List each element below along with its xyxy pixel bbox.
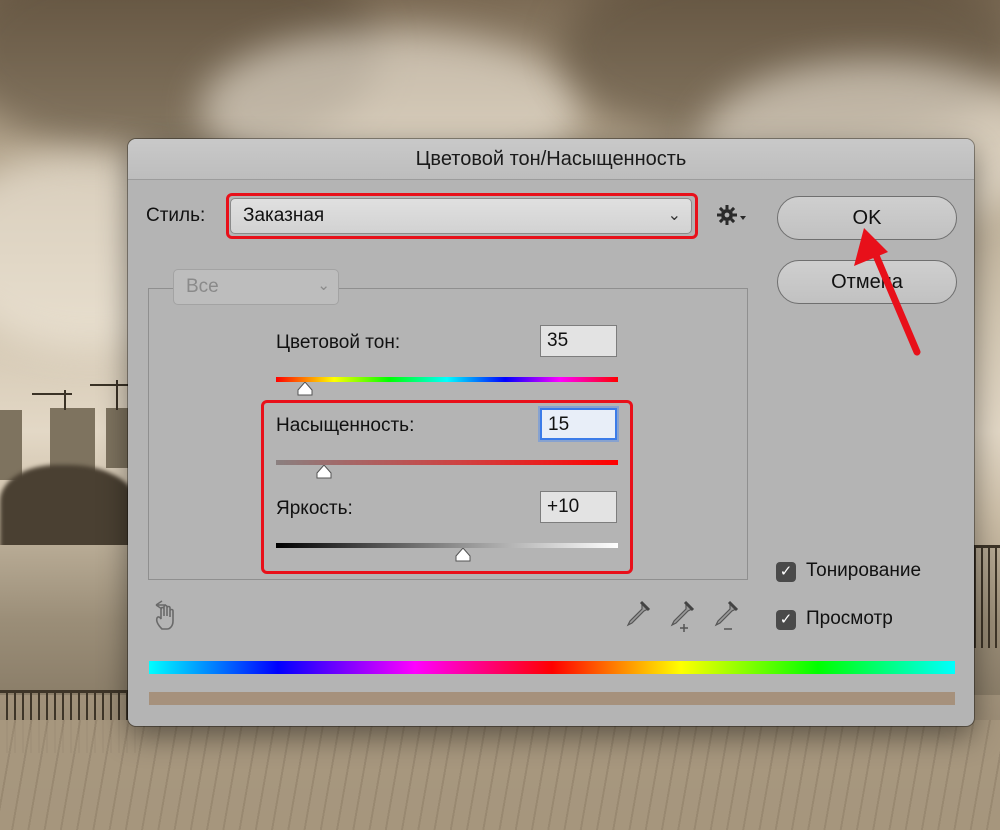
dialog-title: Цветовой тон/Насыщенность [128,139,974,180]
highlight-sat-light [261,400,633,574]
preview-label: Просмотр [806,608,893,629]
targeted-adjustment-hand-icon[interactable] [152,599,182,633]
colorize-label: Тонирование [806,560,922,581]
checkmark-icon: ✓ [779,611,793,628]
channel-select: Все ⌄ [173,269,339,305]
hue-saturation-dialog: Цветовой тон/Насыщенность Стиль: Заказна… [128,139,974,726]
channel-value: Все [186,276,219,297]
preview-checkbox[interactable]: ✓ [776,610,796,630]
hue-slider-thumb[interactable] [297,382,313,396]
hue-slider-track[interactable] [276,377,618,382]
style-label: Стиль: [146,205,206,226]
checkmark-icon: ✓ [779,563,793,580]
hue-label: Цветовой тон: [276,332,401,353]
eyedropper-subtract-icon[interactable] [710,599,740,633]
input-spectrum-bar [149,661,955,674]
highlight-style-select [226,193,698,239]
output-spectrum-bar [149,692,955,705]
eyedropper-icon[interactable] [622,599,652,633]
colorize-checkbox[interactable]: ✓ [776,562,796,582]
eyedropper-add-icon[interactable] [666,599,696,633]
gear-icon[interactable] [716,203,748,227]
ok-button[interactable]: OK [777,196,957,240]
chevron-down-icon: ⌄ [317,277,330,294]
hue-input[interactable]: 35 [540,325,617,357]
cancel-button[interactable]: Отмена [777,260,957,304]
